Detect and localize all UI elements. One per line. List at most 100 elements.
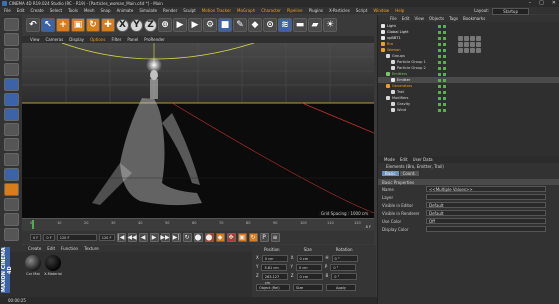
x-axis-lock-button[interactable]: X [116,18,129,32]
position-x-field[interactable]: 0 cm [261,255,288,262]
scale-key-icon[interactable]: ▣ [237,233,247,242]
floor-icon[interactable]: ▬ [293,18,307,32]
close-button[interactable]: ✕ [552,0,556,6]
cloner-icon[interactable]: ⊙ [263,18,277,32]
size-mode-dropdown[interactable]: Size [293,284,323,291]
deformer-icon[interactable]: ≋ [278,18,292,32]
z-axis-lock-button[interactable]: Z [144,18,157,32]
rotation-h-field[interactable]: 0 ° [331,255,358,262]
visibility-toggle[interactable] [438,30,446,34]
viewport-menu-filter[interactable]: Filter [111,37,121,42]
position-y-field[interactable]: 5.61 cm [261,264,288,271]
position-key-icon[interactable]: ✥ [226,233,236,242]
menu-snap[interactable]: Snap [100,8,110,13]
solo-icon[interactable] [3,198,19,211]
previous-key-button[interactable]: ◀◀ [127,233,137,242]
layer-field[interactable] [426,194,546,200]
rotation-p-field[interactable]: 0 ° [330,264,357,271]
material-menu-edit[interactable]: Edit [47,246,55,251]
edges-mode-icon[interactable] [3,93,19,106]
render-view-icon[interactable]: ▶ [173,18,187,32]
maximize-button[interactable]: □ [539,0,544,6]
menu-pipeline[interactable]: Pipeline [287,8,303,13]
menu-edit[interactable]: Edit [17,8,25,13]
play-button[interactable]: ▶ [149,233,159,242]
timeline-window-icon[interactable]: ≡ [270,233,280,242]
menu-file[interactable]: File [4,8,11,13]
visibility-toggle[interactable] [438,54,446,58]
timeline-ruler[interactable]: 0 10 20 30 40 50 60 70 80 90 100 110 120… [22,218,374,230]
menu-script[interactable]: Script [356,8,368,13]
visibility-toggle[interactable] [438,78,446,82]
minimize-button[interactable]: – [529,0,532,6]
objmgr-menu-tags[interactable]: Tags [449,16,458,21]
keyframe-selection-icon[interactable]: ◆ [215,233,225,242]
rotation-b-field[interactable]: 0 ° [331,273,358,280]
material-menu-texture[interactable]: Texture [84,246,99,251]
menu-sculpt[interactable]: Sculpt [183,8,196,13]
viewport-menu-cameras[interactable]: Cameras [46,37,64,42]
objmgr-menu-file[interactable]: File [390,16,397,21]
planar-workplane-icon[interactable] [3,228,19,241]
menu-x-particles[interactable]: X-Particles [329,8,350,13]
menu-select[interactable]: Select [50,8,62,13]
material-swatch[interactable]: X-Material [44,255,62,279]
tab-coord[interactable]: Coord. [399,171,419,176]
name-field[interactable]: <<Multiple Values>> [426,186,546,192]
menu-create[interactable]: Create [30,8,43,13]
live-selection-icon[interactable]: ↖ [41,18,55,32]
subdivision-surface-icon[interactable]: ◆ [248,18,262,32]
visibility-toggle[interactable] [438,90,446,94]
y-axis-lock-button[interactable]: Y [130,18,143,32]
cube-primitive-icon[interactable]: ■ [218,18,232,32]
render-settings-icon[interactable]: ⚙ [203,18,217,32]
go-to-start-button[interactable]: |◀ [116,233,126,242]
coordinate-mode-dropdown[interactable]: Object (Rel) [256,284,290,291]
objmgr-menu-view[interactable]: View [414,16,424,21]
visibility-toggle[interactable] [438,60,446,64]
use-color-dropdown[interactable]: Off [426,218,546,224]
visibility-toggle[interactable] [438,96,446,100]
coordinate-system-icon[interactable]: ⊕ [158,18,172,32]
visibility-toggle[interactable] [438,102,446,106]
next-key-button[interactable]: ▶▶ [160,233,170,242]
light-icon[interactable]: ☀ [323,18,337,32]
point-level-animation-icon[interactable]: P [259,233,269,242]
menu-mograph[interactable]: MoGraph [237,8,255,13]
menu-plugins[interactable]: Plugins [309,8,323,13]
sculpt-icon[interactable] [3,168,19,181]
menu-simulate[interactable]: Simulate [139,8,157,13]
visibility-toggle[interactable] [438,48,446,52]
polygons-mode-icon[interactable] [3,108,19,121]
menu-window[interactable]: Window [373,8,389,13]
viewport-menu-view[interactable]: View [30,37,40,42]
current-frame-field[interactable]: 0 F [43,234,55,241]
rotate-icon[interactable]: ↻ [86,18,100,32]
attr-menu-edit[interactable]: Edit [400,157,408,162]
objmgr-menu-bookmarks[interactable]: Bookmarks [463,16,485,21]
material-swatch[interactable]: Cor Mat [24,255,42,279]
x-particles-icon[interactable] [3,183,19,196]
visible-in-editor-dropdown[interactable]: Default [426,202,546,208]
objmgr-menu-objects[interactable]: Objects [429,16,444,21]
rotation-key-icon[interactable]: ↻ [248,233,258,242]
enable-axis-icon[interactable] [3,123,19,136]
object-row[interactable]: Wind [378,107,559,113]
playhead-marker[interactable] [32,220,34,229]
scale-icon[interactable]: ▣ [71,18,85,32]
texture-mode-icon[interactable] [3,48,19,61]
visibility-toggle[interactable] [438,66,446,70]
viewport-menu-options[interactable]: Options [90,37,105,42]
material-menu-function[interactable]: Function [61,246,78,251]
display-color-field[interactable] [426,226,546,232]
model-mode-icon[interactable] [3,33,19,46]
visible-in-renderer-dropdown[interactable]: Default [426,210,546,216]
tab-basic[interactable]: Basic [382,171,399,176]
visibility-toggle[interactable] [438,72,446,76]
visibility-toggle[interactable] [438,36,446,40]
end-frame-field[interactable]: 120 F [56,234,97,241]
viewport-menu-display[interactable]: Display [69,37,84,42]
camera-icon[interactable]: ▰ [308,18,322,32]
visibility-toggle[interactable] [438,108,446,112]
menu-mesh[interactable]: Mesh [84,8,95,13]
